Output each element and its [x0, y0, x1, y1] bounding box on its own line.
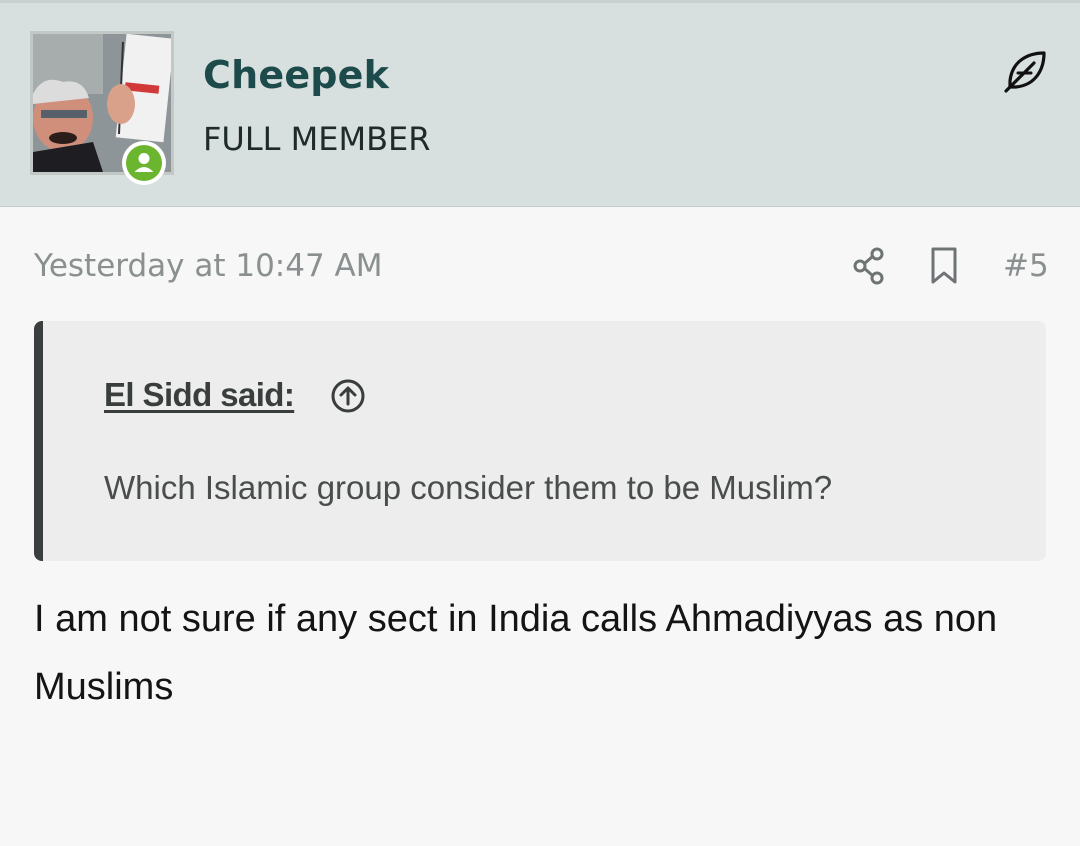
post-timestamp[interactable]: Yesterday at 10:47 AM [34, 248, 383, 284]
quote-text: Which Islamic group consider them to be … [104, 469, 833, 506]
post-number-link[interactable]: #5 [1003, 248, 1049, 284]
share-icon[interactable] [848, 244, 892, 288]
online-status-badge [122, 141, 166, 185]
user-online-icon [126, 145, 162, 181]
bookmark-icon[interactable] [922, 244, 966, 288]
user-title: FULL MEMBER [203, 120, 431, 158]
post-body-text: I am not sure if any sect in India calls… [34, 598, 998, 708]
arrow-up-circle-icon[interactable] [330, 378, 366, 414]
quote-author-link[interactable]: El Sidd said: [104, 376, 295, 414]
post-container: Cheepek FULL MEMBER Yesterday at 10:47 A… [0, 0, 1080, 846]
username-link[interactable]: Cheepek [203, 53, 389, 97]
quote-block: El Sidd said: Which Islamic group consid… [34, 321, 1046, 561]
user-header: Cheepek FULL MEMBER [0, 3, 1080, 207]
quote-accent-bar [34, 321, 43, 561]
feather-icon[interactable] [1000, 47, 1050, 97]
